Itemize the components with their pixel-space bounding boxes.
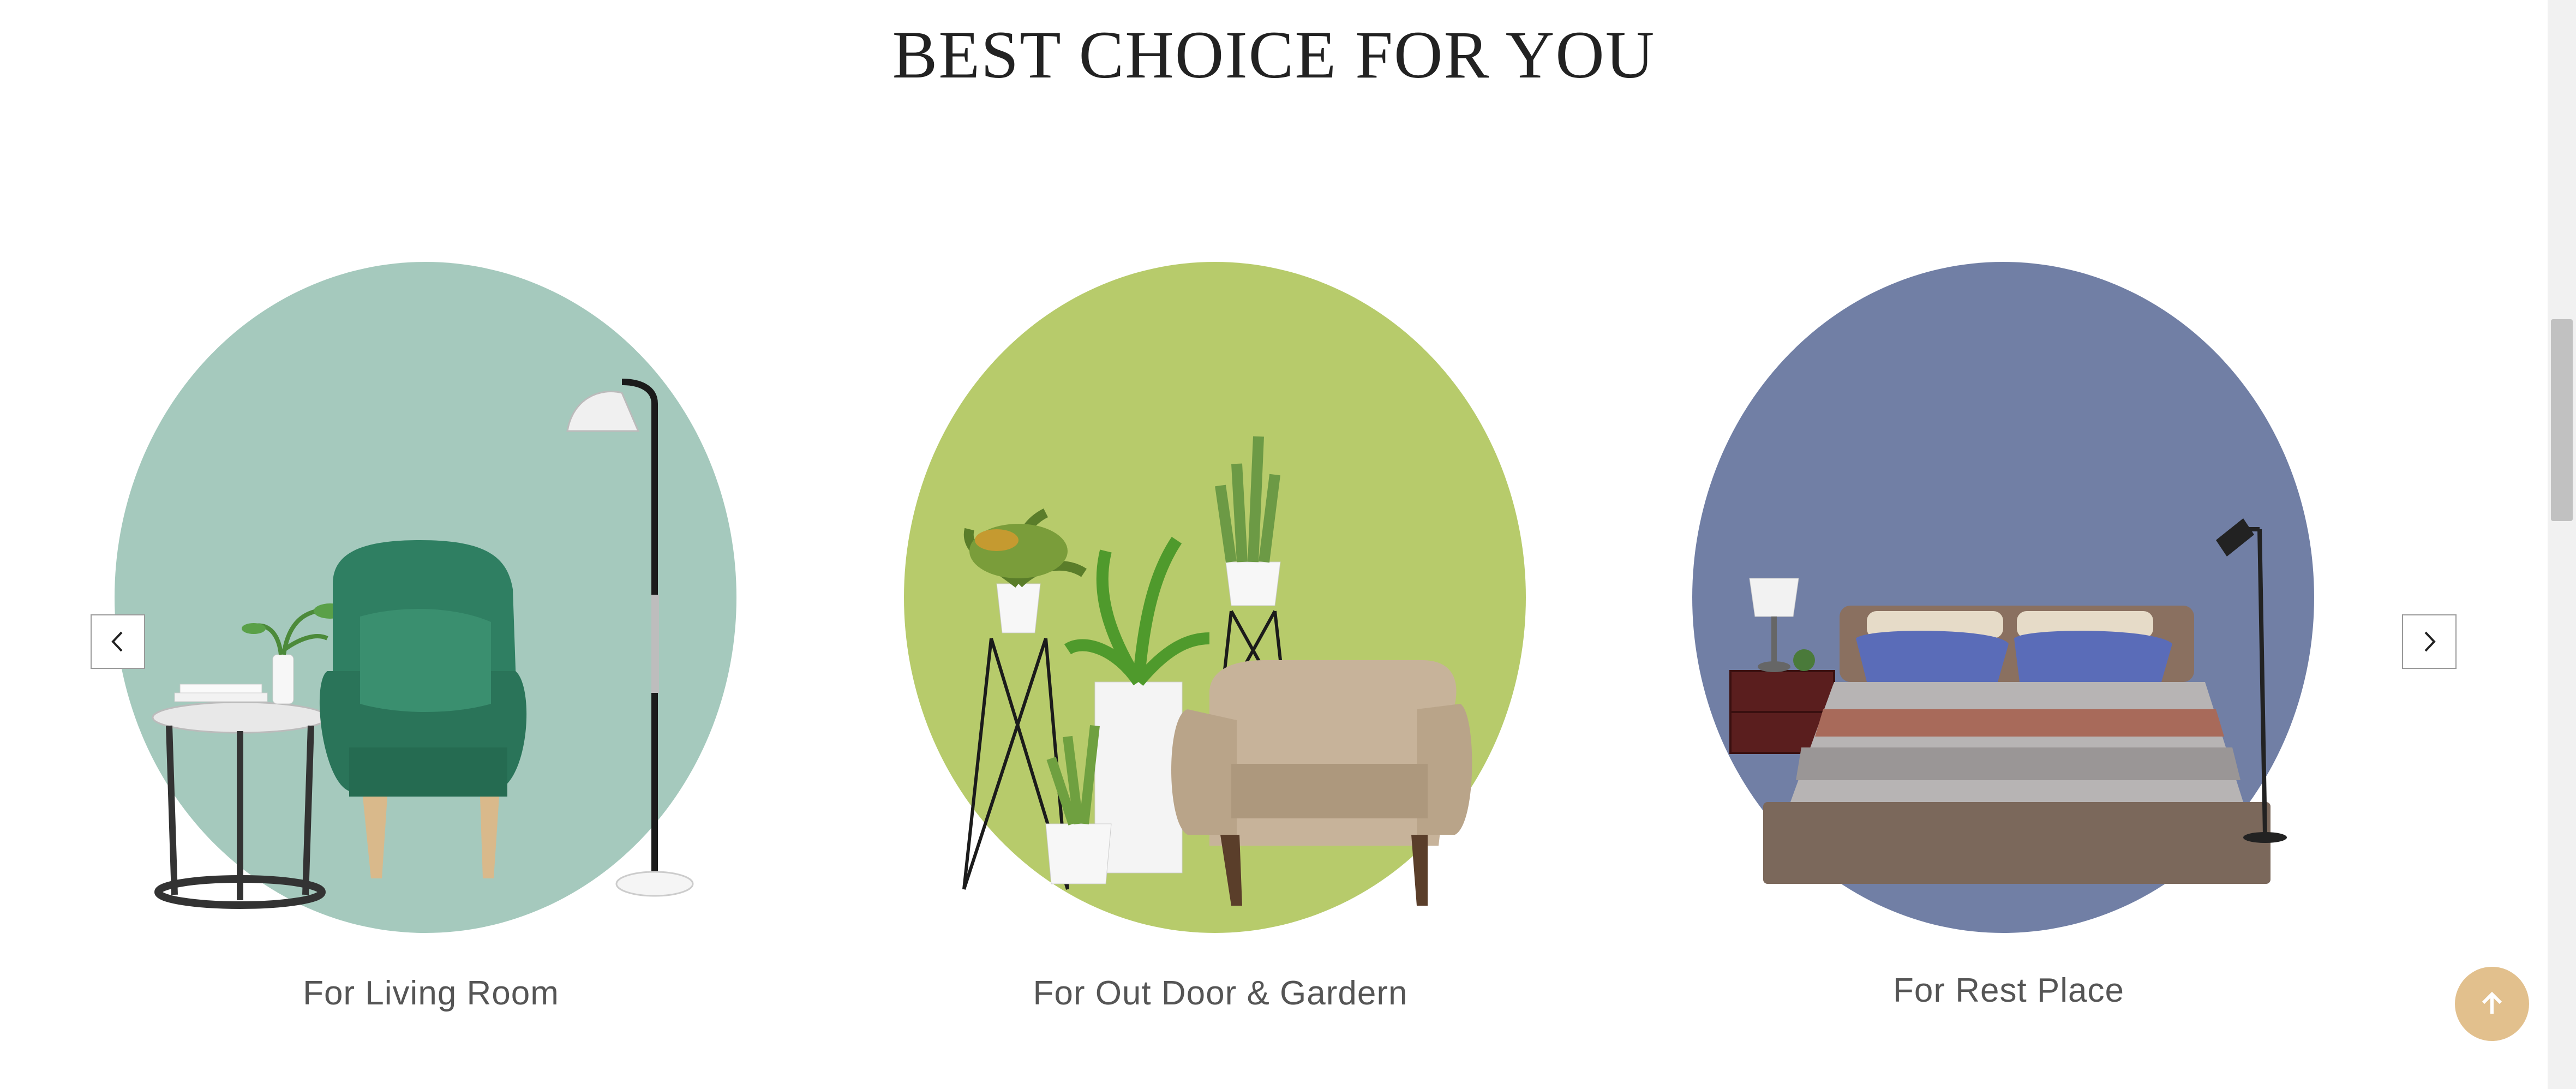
category-label[interactable]: For Out Door & Gardern <box>904 974 1537 1013</box>
scrollbar-track[interactable] <box>2548 0 2576 1089</box>
back-to-top-button[interactable] <box>2455 967 2529 1041</box>
outdoor-garden-image <box>962 436 1472 906</box>
arrow-up-icon <box>2482 991 2502 1014</box>
living-room-image <box>152 379 694 909</box>
chevron-right-icon <box>2424 631 2436 652</box>
category-label[interactable]: For Living Room <box>115 974 747 1013</box>
scrollbar-thumb[interactable] <box>2551 319 2573 521</box>
section-title: BEST CHOICE FOR YOU <box>892 17 1656 92</box>
category-label[interactable]: For Rest Place <box>1692 971 2325 1010</box>
carousel-prev-button[interactable] <box>91 614 145 669</box>
chevron-left-icon <box>111 631 123 652</box>
rest-place-image <box>1729 518 2287 884</box>
carousel-next-button[interactable] <box>2402 614 2457 669</box>
